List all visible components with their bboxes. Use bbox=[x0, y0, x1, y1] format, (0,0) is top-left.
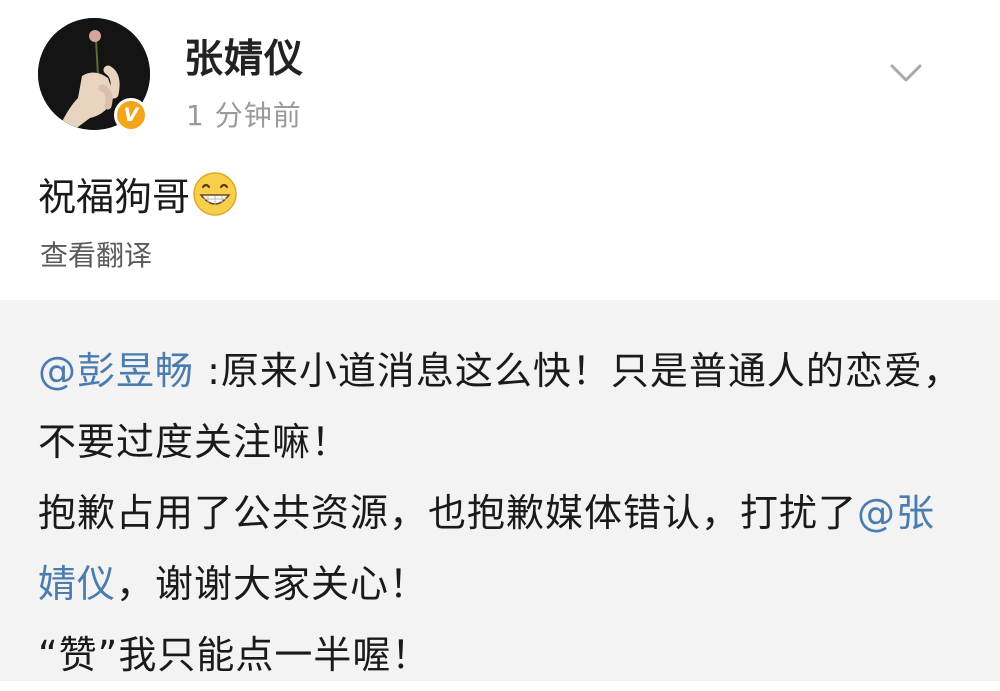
repost-text-line4: “赞”我只能点一半喔！ bbox=[38, 633, 431, 677]
weibo-post: V 张婧仪 1 分钟前 祝福狗哥 查看翻译 bbox=[0, 0, 1000, 300]
post-time: 1 分钟前 bbox=[186, 99, 302, 132]
post-text: 祝福狗哥 bbox=[38, 175, 191, 219]
repost-block[interactable]: @彭昱畅 :原来小道消息这么快！只是普通人的恋爱，不要过度关注嘛！ 抱歉占用了公… bbox=[0, 300, 1000, 681]
translate-link[interactable]: 查看翻译 bbox=[40, 234, 152, 274]
grinning-face-emoji-icon bbox=[193, 171, 237, 216]
verified-badge: V bbox=[114, 98, 148, 132]
repost-text-line3: ，谢谢大家关心！ bbox=[116, 562, 429, 606]
chevron-down-icon[interactable] bbox=[886, 58, 926, 88]
repost-text: @彭昱畅 :原来小道消息这么快！只是普通人的恋爱，不要过度关注嘛！ 抱歉占用了公… bbox=[38, 336, 968, 691]
author-name[interactable]: 张婧仪 bbox=[184, 28, 304, 84]
repost-text-line2: 抱歉占用了公共资源，也抱歉媒体错认，打扰了 bbox=[38, 491, 858, 535]
post-content: 祝福狗哥 bbox=[38, 166, 238, 221]
mention-link[interactable]: @彭昱畅 bbox=[38, 349, 194, 393]
repost-colon: : bbox=[194, 349, 221, 393]
